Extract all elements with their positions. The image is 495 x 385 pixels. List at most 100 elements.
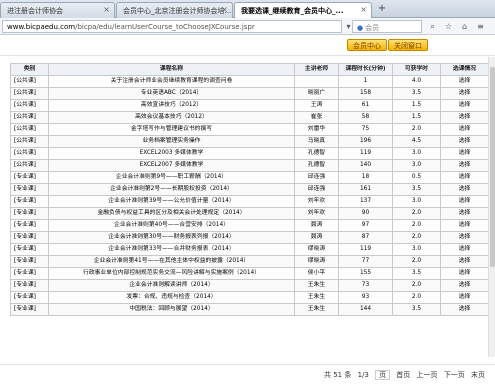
teacher-cell: 王朱生	[294, 303, 339, 316]
credit-hours-cell: 3.0	[392, 159, 441, 172]
teacher-cell: 崔张	[294, 111, 339, 124]
search-input[interactable]: ● 会员	[352, 20, 422, 33]
duration-cell: 87	[338, 231, 393, 244]
category-cell: [专业课]	[10, 291, 49, 304]
teacher-cell: 邱连强	[294, 183, 339, 196]
duration-cell: 73	[338, 279, 393, 292]
member-center-button[interactable]: 会员中心	[347, 39, 387, 51]
course-name-cell: 企业会计准则第41号——在其他主体中权益的披露（2014）	[48, 255, 295, 268]
duration-cell: 77	[338, 255, 393, 268]
credit-hours-cell: 1.5	[392, 111, 441, 124]
duration-cell: 144	[338, 303, 393, 316]
teacher-cell: 王朱生	[294, 279, 339, 292]
select-link[interactable]: 选择	[440, 183, 489, 196]
table-row: [公共课] EXCEL2007 多媒体教学 孔德智 140 3.0 选择	[10, 159, 489, 172]
category-cell: [公共课]	[10, 123, 49, 136]
column-header-category: 类别	[10, 63, 49, 76]
select-link[interactable]: 选择	[440, 147, 489, 160]
home-icon[interactable]: ⌂	[458, 20, 471, 33]
tab-label: 会员中心_北京注册会计师协会培...	[123, 7, 232, 15]
category-cell: [专业课]	[10, 195, 49, 208]
page-input[interactable]: 页	[375, 370, 391, 380]
select-link[interactable]: 选择	[440, 243, 489, 256]
category-cell: [公共课]	[10, 87, 49, 100]
first-page-link[interactable]: 首页	[396, 371, 410, 379]
select-link[interactable]: 选择	[440, 279, 489, 292]
duration-cell: 161	[338, 183, 393, 196]
credit-hours-cell: 3.5	[392, 267, 441, 280]
url-path: /bicpa/edu/learnUserCourse_toChooseJXCou…	[75, 23, 255, 31]
credit-hours-cell: 0.5	[392, 171, 441, 184]
select-link[interactable]: 选择	[440, 291, 489, 304]
duration-cell: 137	[338, 195, 393, 208]
course-name-cell: 行政事业单位内部控制规范实务交流—风险讲解与实施案例（2014）	[48, 267, 295, 280]
select-link[interactable]: 选择	[440, 87, 489, 100]
teacher-cell: 孔德智	[294, 159, 339, 172]
tab-choose-course[interactable]: 我要选课_继续教育_会员中心_... ×	[234, 2, 372, 19]
select-link[interactable]: 选择	[440, 99, 489, 112]
credit-hours-cell: 3.5	[392, 87, 441, 100]
select-link[interactable]: 选择	[440, 219, 489, 232]
tab-cpa-association[interactable]: 进注册会计师协会 ×	[0, 2, 115, 18]
page-indicator: 1/3	[357, 371, 369, 379]
close-icon[interactable]: ×	[360, 5, 367, 14]
prev-page-link[interactable]: 上一页	[417, 371, 438, 379]
select-link[interactable]: 选择	[440, 303, 489, 316]
duration-cell: 97	[338, 219, 393, 232]
duration-cell: 93	[338, 291, 393, 304]
table-header-row: 类别 课程名称 主讲老师 课程时长(分钟) 可获学时 选课情况	[10, 63, 489, 76]
teacher-cell: 孔德智	[294, 147, 339, 160]
course-name-cell: 企业会计准则第30号——财务报表列报（2014）	[48, 231, 295, 244]
close-icon[interactable]: ×	[221, 5, 228, 14]
tab-member-center[interactable]: 会员中心_北京注册会计师协会培... ×	[116, 2, 233, 18]
credit-hours-cell: 1.5	[392, 99, 441, 112]
scrollbar-thumb[interactable]	[490, 67, 495, 267]
duration-cell: 119	[338, 243, 393, 256]
url-field[interactable]: www.bicpaedu.com/bicpa/edu/learnUserCour…	[2, 20, 342, 33]
table-row: [专业课] 企业会计准则第30号——财务报表列报（2014） 聂涛 87 2.0 选择	[10, 231, 489, 244]
select-link[interactable]: 选择	[440, 255, 489, 268]
select-link[interactable]: 选择	[440, 207, 489, 220]
page-header: 会员中心 关闭窗口	[0, 35, 495, 57]
category-cell: [专业课]	[10, 171, 49, 184]
course-name-cell: 企业会计准则第39号——公允价值计量（2014）	[48, 195, 295, 208]
bookmark-icon[interactable]: ☆	[442, 20, 455, 33]
category-cell: [专业课]	[10, 219, 49, 232]
last-page-link[interactable]: 末页	[471, 371, 485, 379]
teacher-cell: 王涛	[294, 99, 339, 112]
total-count: 共 51 条	[323, 371, 352, 379]
course-name-cell: EXCEL2003 多媒体教学	[48, 147, 295, 160]
close-window-button[interactable]: 关闭窗口	[388, 39, 428, 51]
select-link[interactable]: 选择	[440, 171, 489, 184]
teacher-cell: 刘年欢	[294, 195, 339, 208]
teacher-cell: 聂涛	[294, 219, 339, 232]
select-link[interactable]: 选择	[440, 231, 489, 244]
pagination-footer: 共 51 条 1/3 页 首页 上一页 下一页 末页	[0, 364, 495, 385]
next-page-link[interactable]: 下一页	[444, 371, 465, 379]
search-button-icon[interactable]: ⌕	[426, 20, 439, 33]
credit-hours-cell: 3.5	[392, 183, 441, 196]
menu-icon[interactable]: ≡	[474, 20, 487, 33]
new-tab-button[interactable]: +	[375, 3, 389, 16]
select-link[interactable]: 选择	[440, 123, 489, 136]
duration-cell: 58	[338, 111, 393, 124]
select-link[interactable]: 选择	[440, 195, 489, 208]
close-icon[interactable]: ×	[103, 5, 110, 14]
course-name-cell: 高效宣讲技巧（2012）	[48, 99, 295, 112]
table-row: [专业课] 企业会计准则第41号——在其他主体中权益的披露（2014） 缪晓涛 77 2…	[10, 255, 489, 268]
vertical-scrollbar[interactable]	[488, 57, 495, 357]
select-link[interactable]: 选择	[440, 111, 489, 124]
category-cell: [专业课]	[10, 267, 49, 280]
select-link[interactable]: 选择	[440, 267, 489, 280]
credit-hours-cell: 3.0	[392, 243, 441, 256]
select-link[interactable]: 选择	[440, 135, 489, 148]
category-cell: [专业课]	[10, 207, 49, 220]
category-cell: [公共课]	[10, 147, 49, 160]
pager: 共 51 条 1/3 页 首页 上一页 下一页 末页	[320, 370, 485, 380]
select-link[interactable]: 选择	[440, 159, 489, 172]
table-row: [公共课] 金字塔写作与管理建议书的撰写 刘雷华 75 2.0 选择	[10, 123, 489, 136]
course-name-cell: 企业会计准则第9号——职工薪酬（2014）	[48, 171, 295, 184]
select-link[interactable]: 选择	[440, 75, 489, 88]
duration-cell: 196	[338, 135, 393, 148]
category-cell: [专业课]	[10, 231, 49, 244]
